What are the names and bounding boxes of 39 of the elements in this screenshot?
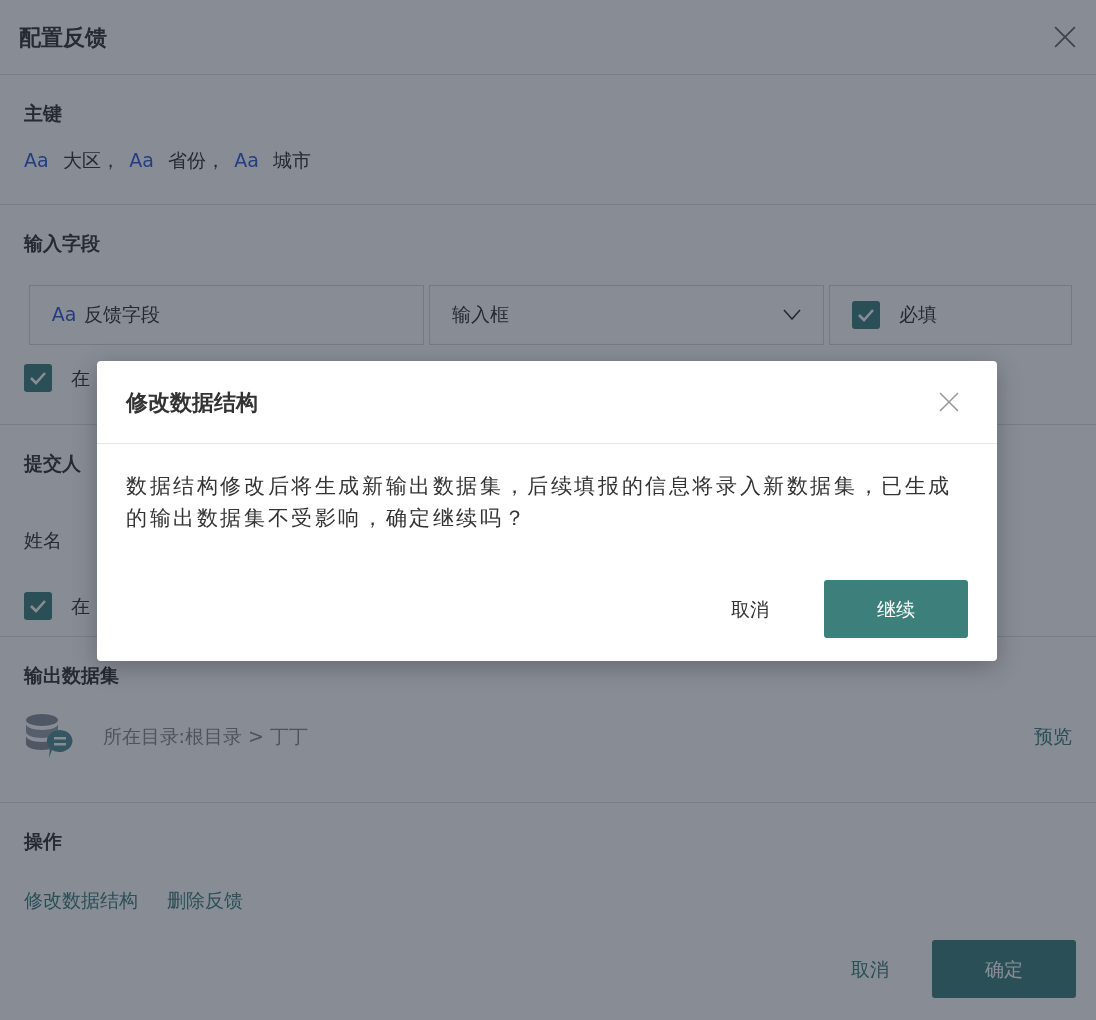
- chevron-down-icon: [782, 309, 801, 320]
- field-label: 姓名: [24, 527, 62, 553]
- text-type-label: Aa: [234, 147, 259, 173]
- field-name: 反馈字段: [84, 302, 161, 328]
- cancel-button[interactable]: 取消: [851, 954, 889, 984]
- checkmark-icon: [29, 599, 47, 614]
- confirm-button[interactable]: 确定: [932, 940, 1076, 998]
- action-link[interactable]: 删除反馈: [166, 885, 243, 914]
- checkbox[interactable]: [24, 592, 52, 621]
- section-heading: 输出数据集: [24, 663, 120, 688]
- type-select[interactable]: 输入框: [428, 284, 824, 345]
- section-heading: 提交人: [24, 451, 82, 476]
- checkbox-label: 必填: [898, 302, 937, 328]
- checkbox-label: 在: [71, 365, 90, 391]
- panel-title: 配置反馈: [19, 23, 107, 52]
- dialog-message: 数据结构修改后将生成新输出数据集，后续填报的信息将录入新数据集，已生成的输出数据集不受影响，确定继续吗？: [125, 473, 953, 532]
- text-type-label: Aa: [51, 302, 77, 328]
- checkmark-icon: [29, 370, 47, 385]
- text-type-label: Aa: [24, 147, 49, 173]
- field-name: 城市: [272, 147, 311, 173]
- preview-link[interactable]: 预览: [1034, 722, 1072, 751]
- dialog-title: 修改数据结构: [126, 388, 258, 417]
- continue-button[interactable]: 继续: [824, 580, 968, 638]
- select-value: 输入框: [451, 302, 509, 328]
- checkmark-icon: [856, 307, 875, 322]
- directory-path: 所在目录:根目录 > 丁丁: [102, 724, 309, 750]
- field-name: 省份，: [167, 147, 225, 173]
- checkbox[interactable]: [851, 300, 880, 329]
- section-heading: 输入字段: [24, 231, 101, 256]
- checkbox-label: 在: [71, 594, 90, 619]
- action-link[interactable]: 修改数据结构: [24, 885, 138, 914]
- field-name: 大区，: [62, 147, 120, 173]
- text-type-label: Aa: [129, 147, 154, 173]
- cancel-button[interactable]: 取消: [731, 594, 769, 624]
- close-button[interactable]: [1054, 26, 1076, 48]
- section-heading: 操作: [24, 829, 63, 854]
- section-heading: 主键: [24, 101, 63, 126]
- checkbox[interactable]: [24, 363, 52, 392]
- close-button[interactable]: [939, 392, 959, 412]
